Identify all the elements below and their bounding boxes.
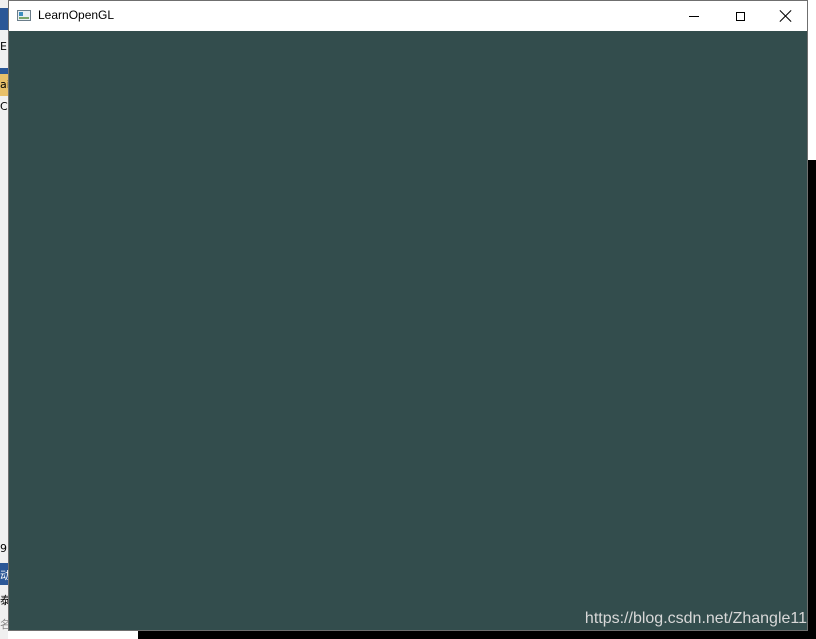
background-text-fragment: E [0,40,7,53]
window-title: LearnOpenGL [38,8,115,22]
background-text-fragment: 泰 [0,594,8,607]
watermark-text: https://blog.csdn.net/Zhangle11 [584,610,807,627]
minimize-icon [689,15,699,17]
background-text-fragment: C [0,100,8,113]
maximize-icon [735,11,745,21]
maximize-button[interactable] [717,1,763,31]
app-window-icon [17,10,31,21]
background-text-fragment: 9 [0,542,7,555]
background-console-edge [138,631,816,639]
minimize-button[interactable] [671,1,717,31]
background-text-fragment: 名 [0,618,8,631]
close-button[interactable] [763,1,809,31]
close-icon [780,10,792,22]
background-console-edge [808,160,816,639]
learnopengl-window: LearnOpenGL https://blog.csdn.net/Zhangl… [8,0,808,631]
opengl-render-area[interactable]: https://blog.csdn.net/Zhangle11 [9,31,807,630]
background-toolbar-strip [0,8,8,30]
background-text-fragment: ai [0,78,8,91]
background-text-fragment: 动 [0,569,8,582]
title-bar[interactable]: LearnOpenGL [9,1,807,31]
